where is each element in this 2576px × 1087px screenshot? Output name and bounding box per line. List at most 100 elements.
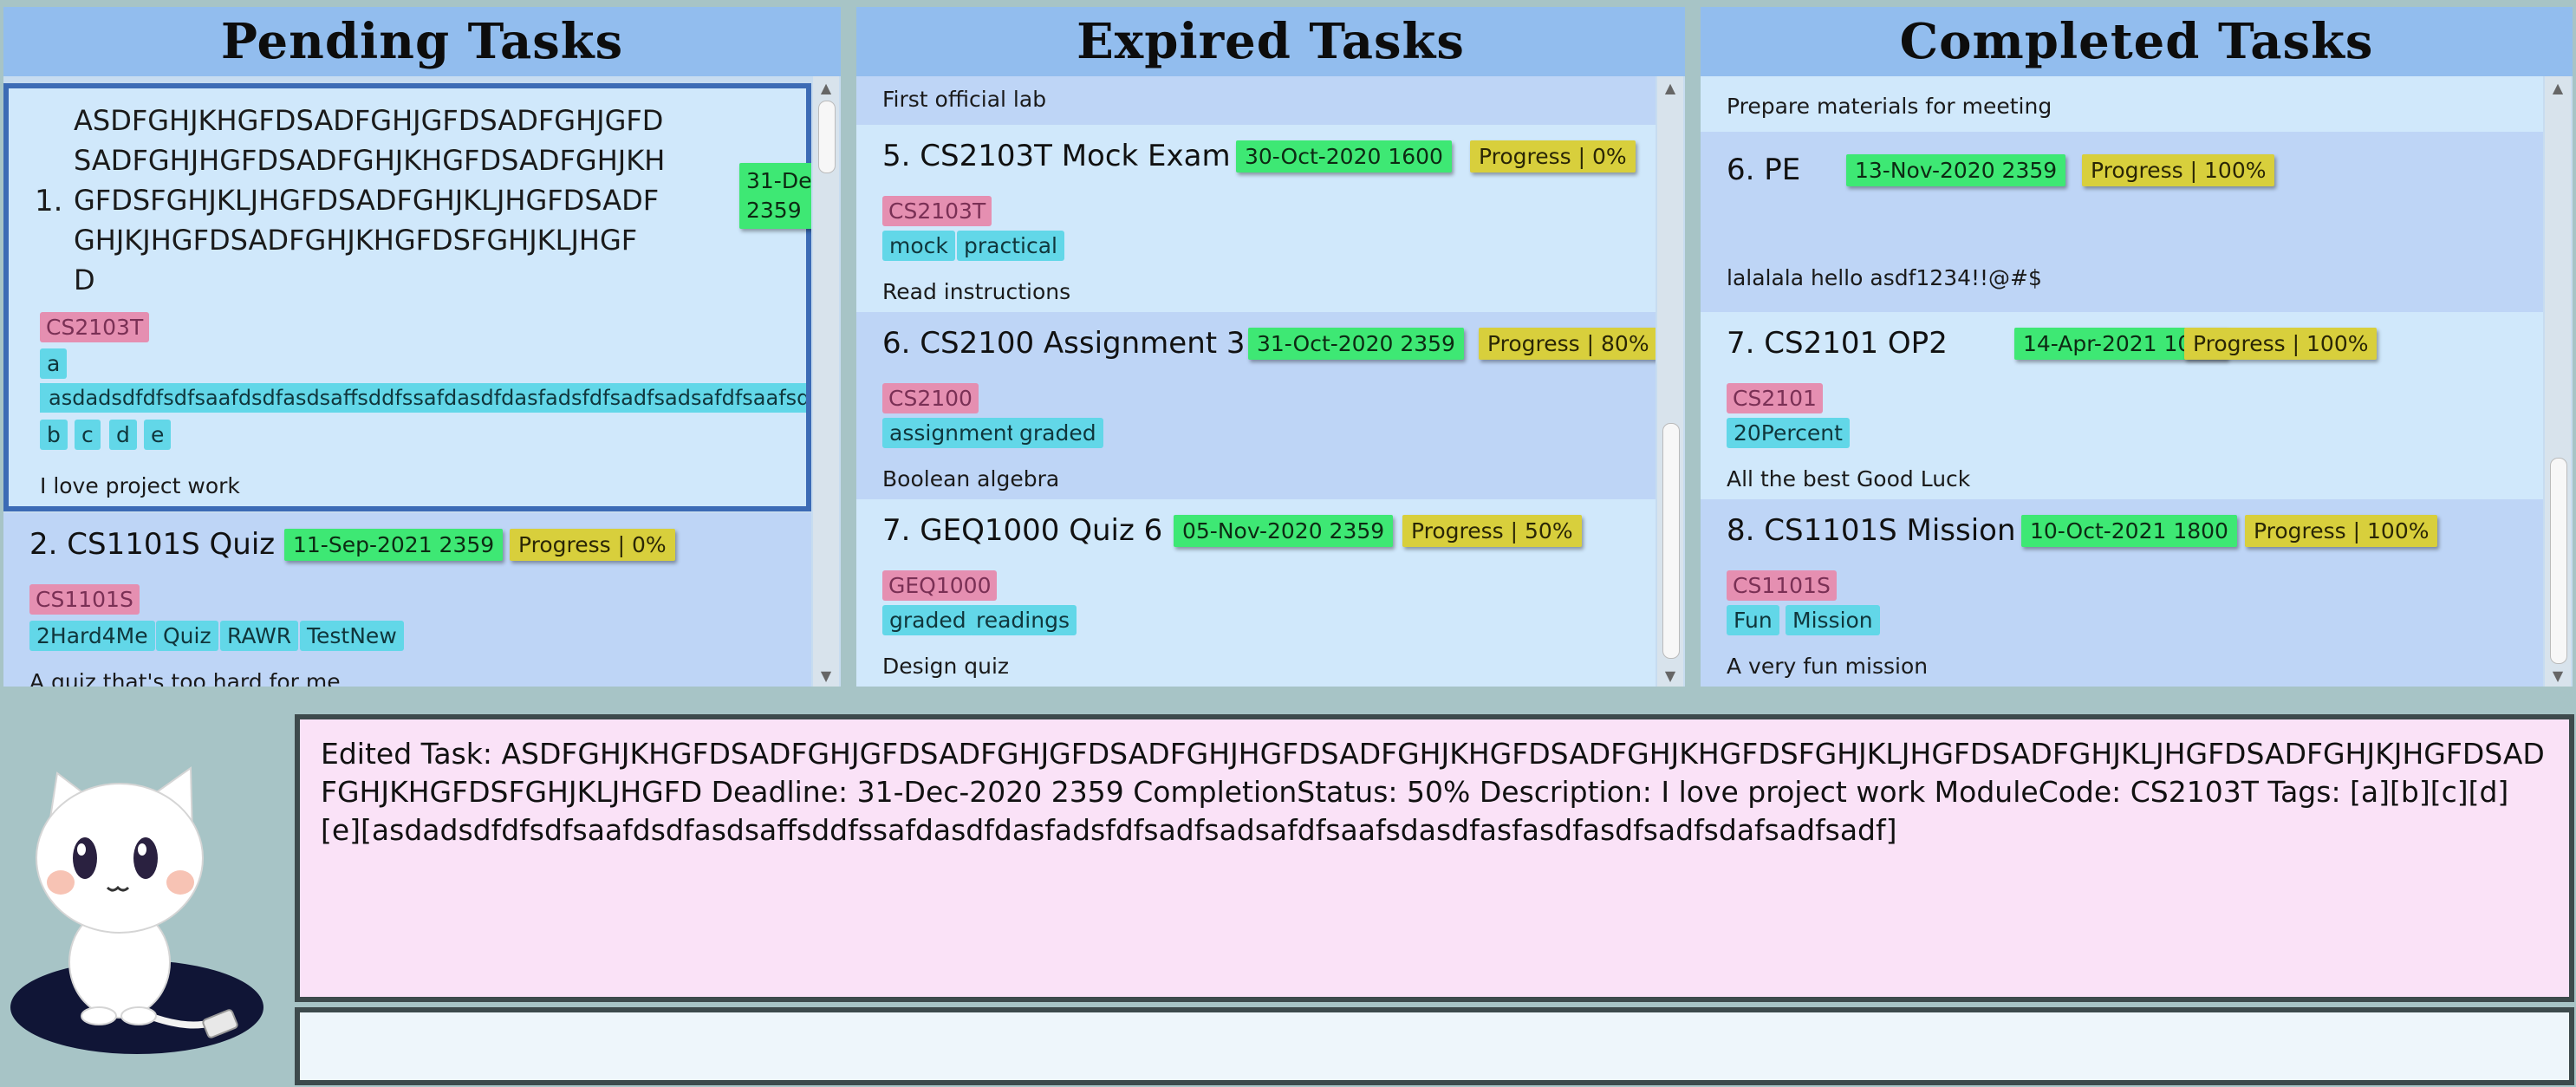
- tag-badge: 20Percent: [1727, 418, 1850, 448]
- task-card[interactable]: 7. CS2101 OP2 14-Apr-2021 1010 Progress …: [1701, 312, 2543, 499]
- task-title-line: GHJKJHGFDSADFGHJKHGFDSFGHJKLJHGF: [74, 224, 638, 257]
- task-description: lalalala hello asdf1234!!@#$: [1727, 265, 2042, 290]
- module-badge: CS1101S: [29, 584, 140, 615]
- task-title: 6. CS2100 Assignment 3: [882, 326, 1246, 361]
- task-name: CS1101S Quiz: [67, 527, 276, 562]
- progress-badge: Progress | 50%: [1402, 515, 1582, 547]
- completed-tasks-panel: Completed Tasks Prepare materials for me…: [1701, 7, 2573, 687]
- progress-badge: Progress | 100%: [2245, 515, 2438, 547]
- arrow-down-icon[interactable]: ▼: [813, 664, 839, 687]
- task-card[interactable]: 6. CS2100 Assignment 3 31-Oct-2020 2359 …: [856, 312, 1656, 499]
- arrow-down-icon[interactable]: ▼: [1657, 664, 1683, 687]
- arrow-up-icon[interactable]: ▲: [1657, 76, 1683, 99]
- module-badge: CS2103T: [882, 196, 992, 226]
- task-description: A quiz that's too hard for me: [29, 669, 341, 687]
- tag-badge: assignment: [882, 418, 1023, 448]
- progress-badge: Progress | 100%: [2082, 154, 2275, 186]
- deadline-badge: 05-Nov-2020 2359: [1174, 515, 1394, 547]
- deadline-badge: 13-Nov-2020 2359: [1846, 154, 2066, 186]
- task-card[interactable]: 6. PE 13-Nov-2020 2359 Progress | 100% l…: [1701, 132, 2543, 312]
- task-description: I love project work: [40, 473, 240, 498]
- task-title-line: D: [74, 264, 95, 296]
- deadline-badge: 31-Dec 2359: [739, 163, 811, 229]
- tag-badge: TestNew: [300, 621, 404, 651]
- task-title: 7. GEQ1000 Quiz 6: [882, 513, 1162, 548]
- deadline-badge: 10-Oct-2021 1800: [2021, 515, 2237, 547]
- progress-badge: Progress | 0%: [1470, 140, 1636, 172]
- tag-badge: mock: [882, 231, 955, 261]
- expired-panel-title: Expired Tasks: [856, 7, 1685, 76]
- task-description: Prepare materials for meeting: [1727, 94, 2052, 119]
- tag-badge: readings: [969, 605, 1077, 635]
- arrow-up-icon[interactable]: ▲: [813, 76, 839, 99]
- module-badge: CS2103T: [40, 312, 150, 342]
- task-name: GEQ1000 Quiz 6: [920, 513, 1163, 548]
- task-card-partial[interactable]: Prepare materials for meeting: [1701, 76, 2543, 132]
- task-card[interactable]: 7. GEQ1000 Quiz 6 05-Nov-2020 2359 Progr…: [856, 499, 1656, 687]
- task-index: 5.: [882, 139, 911, 173]
- task-title: 8. CS1101S Mission: [1727, 513, 2016, 548]
- cat-mascot-icon: [10, 766, 263, 1054]
- task-name: CS1101S Mission: [1764, 513, 2016, 548]
- task-card-partial[interactable]: First official lab: [856, 76, 1656, 125]
- deadline-badge: 11-Sep-2021 2359: [284, 529, 504, 561]
- tag-badge: Fun: [1727, 605, 1779, 635]
- arrow-up-icon[interactable]: ▲: [2545, 76, 2571, 99]
- task-card[interactable]: 5. CS2103T Mock Exam 30-Oct-2020 1600 Pr…: [856, 125, 1656, 312]
- scrollbar-thumb[interactable]: [818, 101, 836, 173]
- deadline-line: 2359: [746, 198, 802, 223]
- task-index: 7.: [1727, 326, 1755, 361]
- pending-tasks-panel: Pending Tasks 1. ASDFGHJKHGFDSADFGHJGFDS…: [3, 7, 841, 687]
- task-card-selected[interactable]: 1. ASDFGHJKHGFDSADFGHJGFDSADFGHJGFD SADF…: [3, 83, 811, 511]
- task-name: CS2103T Mock Exam: [920, 139, 1231, 173]
- progress-badge: Progress | 100%: [2184, 328, 2378, 360]
- task-title: ASDFGHJKHGFDSADFGHJGFDSADFGHJGFD SADFGHJ…: [74, 101, 732, 300]
- tag-badge-long: asdadsdfdfsdfsaafdsdfasdsaffsddfssafdasd…: [40, 383, 806, 413]
- task-description: Design quiz: [882, 654, 1010, 679]
- tag-badge: e: [144, 420, 172, 450]
- task-description: First official lab: [882, 87, 1047, 112]
- task-description: Read instructions: [882, 279, 1071, 304]
- tag-badge: b: [40, 420, 68, 450]
- tag-badge: practical: [957, 231, 1064, 261]
- deadline-badge: 30-Oct-2020 1600: [1236, 140, 1452, 172]
- arrow-down-icon[interactable]: ▼: [2545, 664, 2571, 687]
- task-title-line: SADFGHJHGFDSADFGHJKHGFDSADFGHJKH: [74, 144, 666, 177]
- tag-badge: c: [75, 420, 101, 450]
- task-description: Boolean algebra: [882, 466, 1060, 491]
- task-title-line: GFDSFGHJKLJHGFDSADFGHJKLJHGFDSADF: [74, 184, 660, 217]
- pending-scrollbar[interactable]: ▲ ▼: [813, 76, 839, 687]
- module-badge: CS1101S: [1727, 570, 1837, 601]
- task-index: 8.: [1727, 513, 1755, 548]
- task-description: A very fun mission: [1727, 654, 1929, 679]
- completed-task-list[interactable]: Prepare materials for meeting 6. PE 13-N…: [1701, 76, 2543, 687]
- expired-scrollbar[interactable]: ▲ ▼: [1657, 76, 1683, 687]
- completed-panel-title: Completed Tasks: [1701, 7, 2573, 76]
- scrollbar-thumb[interactable]: [1662, 423, 1680, 659]
- deadline-badge: 31-Oct-2020 2359: [1248, 328, 1464, 360]
- task-index: 7.: [882, 513, 911, 548]
- expired-task-list[interactable]: First official lab 5. CS2103T Mock Exam …: [856, 76, 1656, 687]
- command-box: [295, 1007, 2574, 1085]
- scrollbar-thumb[interactable]: [2550, 458, 2567, 664]
- progress-badge: Progress | 0%: [510, 529, 675, 561]
- task-title: 2. CS1101S Quiz: [29, 527, 275, 562]
- task-index: 6.: [1727, 153, 1755, 187]
- pending-task-list[interactable]: 1. ASDFGHJKHGFDSADFGHJGFDSADFGHJGFD SADF…: [3, 76, 811, 687]
- task-title: 6. PE: [1727, 153, 1800, 187]
- tag-badge: RAWR: [220, 621, 299, 651]
- module-badge: CS2100: [882, 383, 979, 413]
- tag-badge: Mission: [1786, 605, 1880, 635]
- module-badge: GEQ1000: [882, 570, 998, 601]
- command-input[interactable]: [300, 1012, 2569, 1080]
- task-title: 5. CS2103T Mock Exam: [882, 139, 1231, 173]
- task-index: 2.: [29, 527, 58, 562]
- progress-badge: Progress | 80%: [1479, 328, 1656, 360]
- tag-badge: graded: [882, 605, 973, 635]
- task-index: 1.: [35, 184, 63, 218]
- pending-panel-title: Pending Tasks: [3, 7, 841, 76]
- task-card[interactable]: 8. CS1101S Mission 10-Oct-2021 1800 Prog…: [1701, 499, 2543, 687]
- expired-tasks-panel: Expired Tasks First official lab 5. CS21…: [856, 7, 1685, 687]
- task-card[interactable]: 2. CS1101S Quiz 11-Sep-2021 2359 Progres…: [3, 513, 811, 687]
- completed-scrollbar[interactable]: ▲ ▼: [2545, 76, 2571, 687]
